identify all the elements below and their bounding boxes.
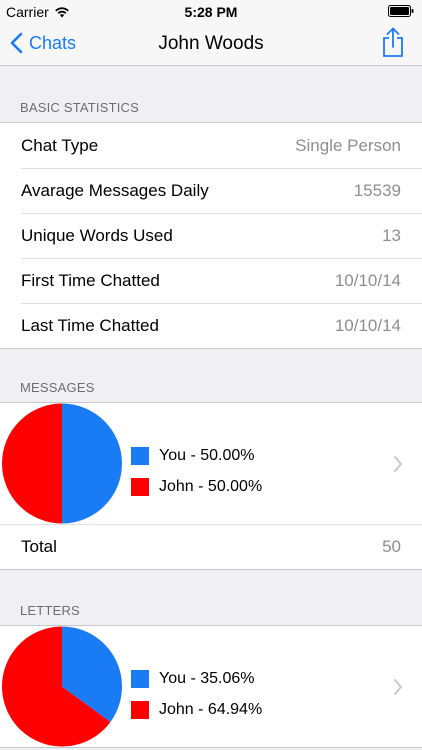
letters-legend: You - 35.06% John - 64.94% [131,663,262,725]
legend-swatch-john [131,700,149,719]
stat-label: Avarage Messages Daily [21,180,209,200]
legend-label: John - 50.00% [159,477,263,495]
stat-value: 15539 [353,180,401,200]
legend-item-you: You - 50.00% [131,440,262,471]
page-title: John Woods [158,33,264,54]
letters-group: You - 35.06% John - 64.94% [0,625,422,748]
section-header-basic-statistics: BASIC STATISTICS [20,100,140,115]
stat-row-first-chatted: First Time Chatted 10/10/14 [0,258,422,303]
stat-row-chat-type: Chat Type Single Person [0,123,422,168]
legend-swatch-you [131,446,149,465]
stat-label: Last Time Chatted [21,315,159,335]
status-time: 5:28 PM [184,4,238,20]
chevron-right-icon [394,678,402,695]
messages-chart-row[interactable]: You - 50.00% John - 50.00% [0,403,422,524]
letters-pie-chart [2,626,123,747]
legend-label: You - 35.06% [159,669,255,687]
messages-group: You - 50.00% John - 50.00% Total 50 [0,402,422,570]
battery-icon [388,5,414,17]
legend-item-john: John - 50.00% [131,471,262,502]
share-icon [383,27,403,57]
status-bar: Carrier 5:28 PM [0,0,422,22]
chevron-right-icon [394,455,402,472]
messages-pie-chart [2,403,122,524]
legend-item-you: You - 35.06% [131,663,262,694]
messages-legend: You - 50.00% John - 50.00% [131,440,262,502]
total-label: Total [21,536,57,556]
pie-slice-you [62,403,122,524]
stat-row-average-messages: Avarage Messages Daily 15539 [0,168,422,213]
section-header-letters: LETTERS [20,603,80,618]
share-button[interactable] [382,27,404,62]
stat-value: 10/10/14 [334,270,401,290]
legend-item-john: John - 64.94% [131,694,262,725]
legend-swatch-john [131,477,149,496]
stat-row-last-chatted: Last Time Chatted 10/10/14 [0,303,422,348]
legend-swatch-you [131,669,149,688]
navigation-bar: Chats John Woods [0,22,422,66]
stat-label: Unique Words Used [21,225,173,245]
stat-value: Single Person [295,135,401,155]
stat-label: Chat Type [21,135,99,155]
stat-label: First Time Chatted [21,270,160,290]
stat-value: 10/10/14 [334,315,401,335]
total-value: 50 [382,536,401,556]
stat-value: 13 [382,225,401,245]
stat-row-unique-words: Unique Words Used 13 [0,213,422,258]
basic-statistics-group: Chat Type Single Person Avarage Messages… [0,122,422,349]
section-header-messages: MESSAGES [20,380,95,395]
legend-label: John - 64.94% [159,700,263,718]
messages-total-row: Total 50 [0,524,422,569]
legend-label: You - 50.00% [159,446,255,464]
pie-slice-john [2,403,63,524]
letters-chart-row[interactable]: You - 35.06% John - 64.94% [0,626,422,747]
